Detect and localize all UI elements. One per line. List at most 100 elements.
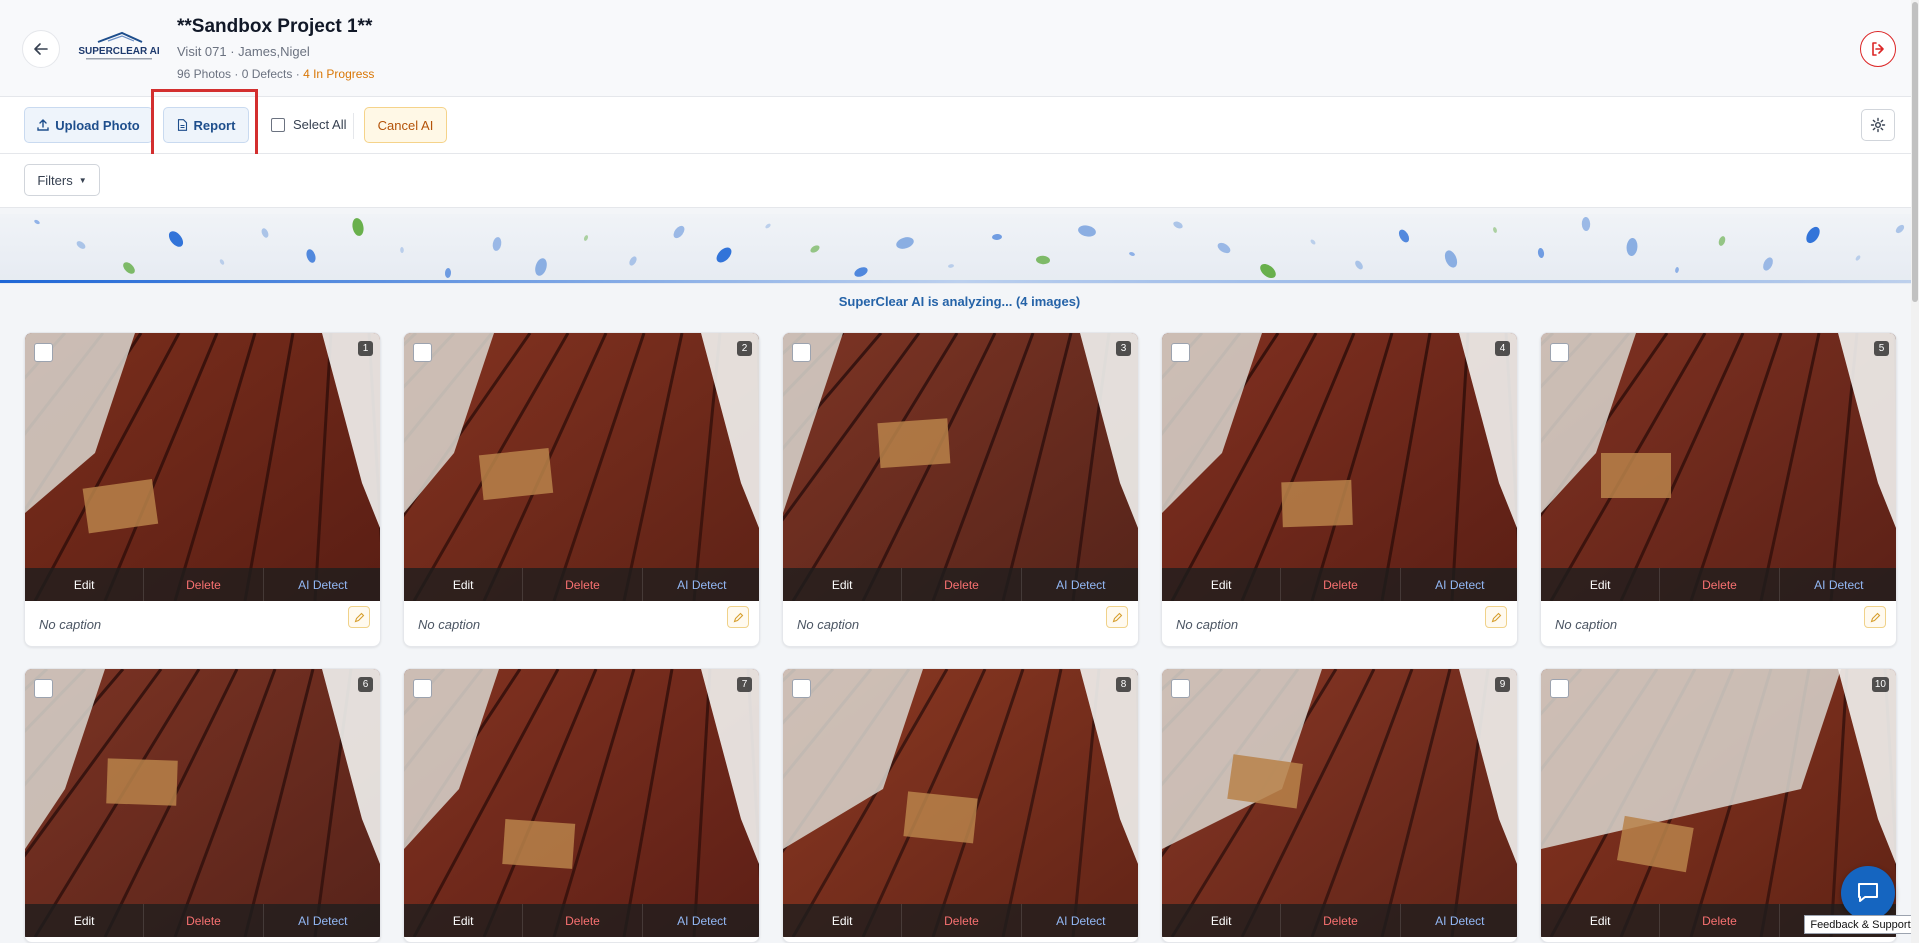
delete-photo-button[interactable]: Delete xyxy=(902,568,1022,601)
ai-detect-button[interactable]: AI Detect xyxy=(264,904,380,937)
photo-card[interactable]: 5 Edit Delete AI Detect No caption xyxy=(1540,332,1897,647)
deck-photo[interactable] xyxy=(1162,669,1517,937)
deck-photo[interactable] xyxy=(404,333,759,601)
edit-photo-button[interactable]: Edit xyxy=(783,568,903,601)
photo-select-checkbox[interactable] xyxy=(413,343,432,362)
photo-card[interactable]: 7 Edit Delete AI Detect xyxy=(403,668,760,943)
edit-photo-button[interactable]: Edit xyxy=(25,568,145,601)
edit-photo-button[interactable]: Edit xyxy=(1541,568,1661,601)
photo-select-checkbox[interactable] xyxy=(1550,679,1569,698)
gear-icon xyxy=(1870,117,1886,133)
photo-select-checkbox[interactable] xyxy=(1171,679,1190,698)
back-button[interactable] xyxy=(22,30,60,68)
photo-action-bar: Edit Delete AI Detect xyxy=(404,568,759,601)
pencil-icon xyxy=(1870,612,1880,622)
ai-detect-button[interactable]: AI Detect xyxy=(643,568,759,601)
photo-action-bar: Edit Delete AI Detect xyxy=(25,904,380,937)
photo-number-badge: 4 xyxy=(1495,341,1510,356)
chat-button[interactable] xyxy=(1841,866,1895,920)
checkbox-icon xyxy=(271,117,285,132)
deck-photo[interactable] xyxy=(25,669,380,937)
caret-down-icon: ▼ xyxy=(78,175,87,185)
photo-select-checkbox[interactable] xyxy=(413,679,432,698)
photo-card[interactable]: 3 Edit Delete AI Detect No caption xyxy=(782,332,1139,647)
delete-photo-button[interactable]: Delete xyxy=(1281,568,1401,601)
edit-photo-button[interactable]: Edit xyxy=(404,904,524,937)
delete-photo-button[interactable]: Delete xyxy=(523,568,643,601)
ai-detect-button[interactable]: AI Detect xyxy=(1401,904,1517,937)
photo-select-checkbox[interactable] xyxy=(1171,343,1190,362)
delete-photo-button[interactable]: Delete xyxy=(1660,568,1780,601)
deck-photo[interactable] xyxy=(783,669,1138,937)
edit-caption-button[interactable] xyxy=(727,606,749,628)
delete-photo-button[interactable]: Delete xyxy=(144,568,264,601)
deck-photo[interactable] xyxy=(25,333,380,601)
cancel-ai-button[interactable]: Cancel AI xyxy=(364,107,447,143)
delete-photo-button[interactable]: Delete xyxy=(144,904,264,937)
ai-detect-button[interactable]: AI Detect xyxy=(643,904,759,937)
photo-select-checkbox[interactable] xyxy=(792,679,811,698)
photo-number-badge: 6 xyxy=(358,677,373,692)
delete-photo-button[interactable]: Delete xyxy=(523,904,643,937)
page-scrollbar[interactable] xyxy=(1911,0,1919,943)
ai-detect-button[interactable]: AI Detect xyxy=(1022,568,1138,601)
upload-photo-button[interactable]: Upload Photo xyxy=(24,107,153,143)
upload-photo-label: Upload Photo xyxy=(55,117,140,133)
edit-photo-button[interactable]: Edit xyxy=(25,904,145,937)
edit-photo-button[interactable]: Edit xyxy=(404,568,524,601)
ai-detect-button[interactable]: AI Detect xyxy=(1022,904,1138,937)
photo-select-checkbox[interactable] xyxy=(34,343,53,362)
photo-number-badge: 5 xyxy=(1874,341,1889,356)
photo-number-badge: 3 xyxy=(1116,341,1131,356)
edit-caption-button[interactable] xyxy=(1106,606,1128,628)
deck-photo[interactable] xyxy=(1162,333,1517,601)
analyzing-status: SuperClear AI is analyzing... (4 images) xyxy=(838,294,1081,309)
logout-button[interactable] xyxy=(1860,31,1896,67)
photo-number-badge: 10 xyxy=(1871,677,1889,692)
photo-number-badge: 8 xyxy=(1116,677,1131,692)
superclear-logo: SUPERCLEAR AI xyxy=(78,30,160,64)
photo-card[interactable]: 2 Edit Delete AI Detect No caption xyxy=(403,332,760,647)
photo-card[interactable]: 8 Edit Delete AI Detect xyxy=(782,668,1139,943)
select-all-label: Select All xyxy=(293,117,347,132)
edit-photo-button[interactable]: Edit xyxy=(1541,904,1661,937)
photo-card[interactable]: 9 Edit Delete AI Detect xyxy=(1161,668,1518,943)
ai-detect-button[interactable]: AI Detect xyxy=(264,568,380,601)
edit-caption-button[interactable] xyxy=(348,606,370,628)
scrollbar-thumb[interactable] xyxy=(1912,2,1918,302)
settings-button[interactable] xyxy=(1861,109,1895,141)
edit-photo-button[interactable]: Edit xyxy=(1162,904,1282,937)
photo-select-checkbox[interactable] xyxy=(34,679,53,698)
photo-action-bar: Edit Delete AI Detect xyxy=(1162,904,1517,937)
select-all-checkbox[interactable]: Select All xyxy=(271,117,346,132)
edit-photo-button[interactable]: Edit xyxy=(1162,568,1282,601)
edit-caption-button[interactable] xyxy=(1485,606,1507,628)
photo-select-checkbox[interactable] xyxy=(792,343,811,362)
photo-action-bar: Edit Delete AI Detect xyxy=(1541,568,1896,601)
photo-action-bar: Edit Delete AI Detect xyxy=(25,568,380,601)
project-title: **Sandbox Project 1** xyxy=(177,16,373,37)
photo-caption: No caption xyxy=(39,617,102,632)
photo-card[interactable]: 6 Edit Delete AI Detect xyxy=(24,668,381,943)
photo-card[interactable]: 4 Edit Delete AI Detect No caption xyxy=(1161,332,1518,647)
photo-select-checkbox[interactable] xyxy=(1550,343,1569,362)
chat-bubble-icon xyxy=(1858,883,1878,902)
filters-dropdown[interactable]: Filters ▼ xyxy=(24,164,100,196)
deck-photo[interactable] xyxy=(1541,333,1896,601)
photo-caption: No caption xyxy=(1176,617,1239,632)
delete-photo-button[interactable]: Delete xyxy=(902,904,1022,937)
pencil-icon xyxy=(1112,612,1122,622)
delete-photo-button[interactable]: Delete xyxy=(1281,904,1401,937)
edit-caption-button[interactable] xyxy=(1864,606,1886,628)
photo-card[interactable]: 1 Edit Delete AI Detect No caption xyxy=(24,332,381,647)
ai-detect-button[interactable]: AI Detect xyxy=(1780,568,1896,601)
delete-photo-button[interactable]: Delete xyxy=(1660,904,1780,937)
ai-detect-button[interactable]: AI Detect xyxy=(1401,568,1517,601)
report-button[interactable]: Report xyxy=(163,107,249,143)
feedback-support-link[interactable]: Feedback & Support xyxy=(1804,915,1917,934)
photo-caption: No caption xyxy=(418,617,481,632)
edit-photo-button[interactable]: Edit xyxy=(783,904,903,937)
deck-photo[interactable] xyxy=(783,333,1138,601)
deck-photo[interactable] xyxy=(404,669,759,937)
cancel-ai-label: Cancel AI xyxy=(377,117,434,133)
